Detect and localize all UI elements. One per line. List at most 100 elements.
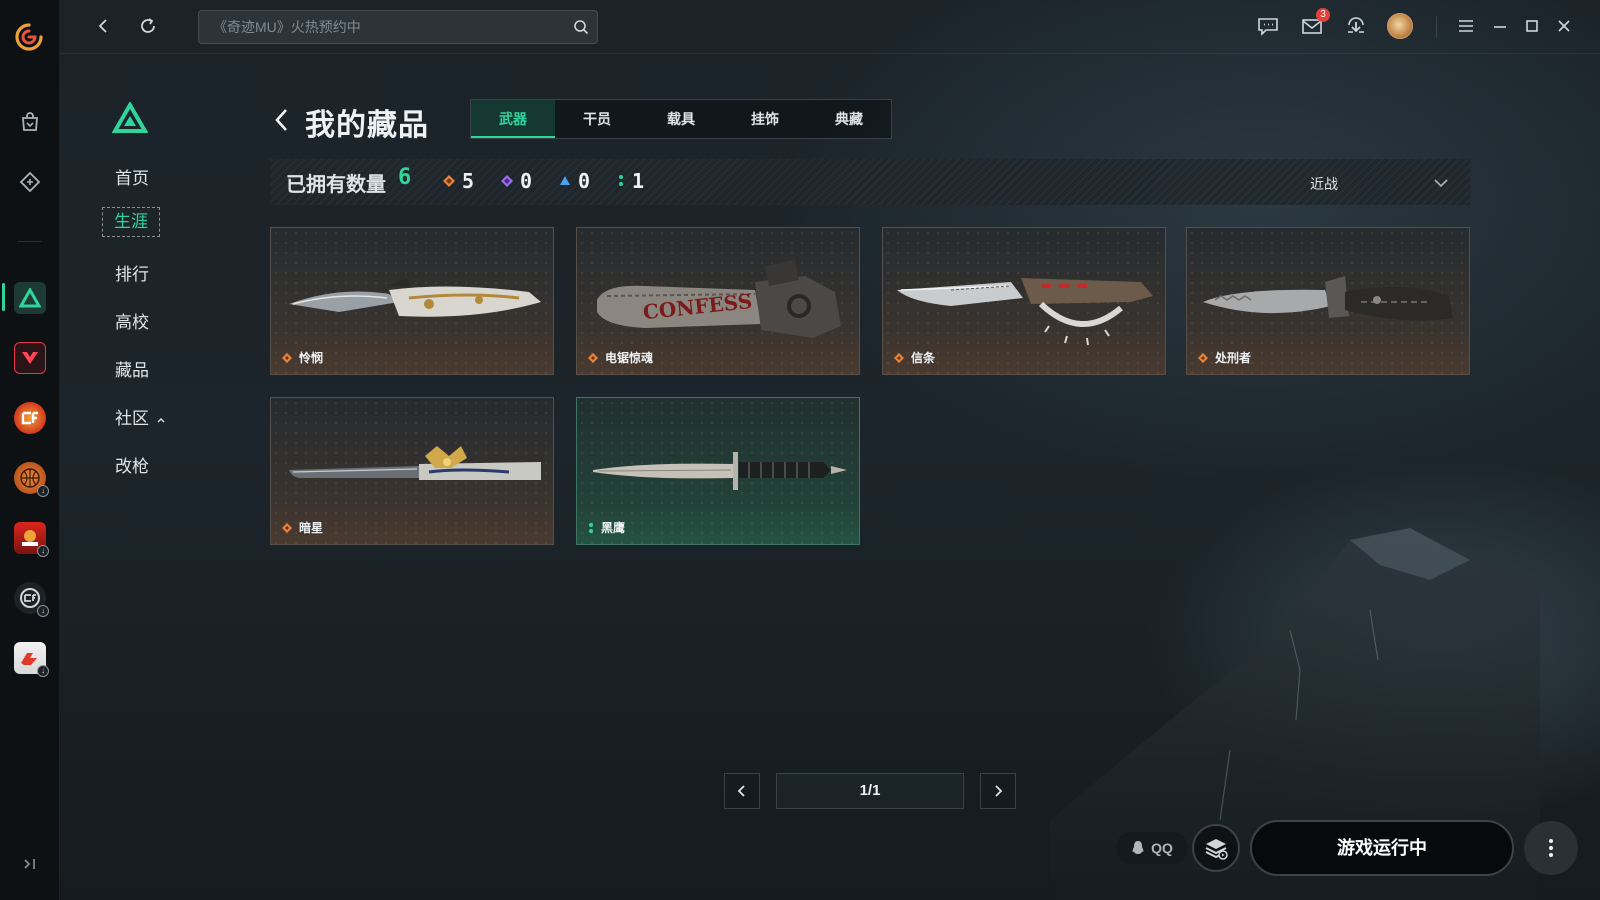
item-name: 信条 (893, 349, 935, 366)
nav-career[interactable]: 生涯 (102, 207, 160, 237)
nav-community-label: 社区 (115, 409, 149, 428)
owned-count-value: 6 (398, 165, 412, 190)
search-input[interactable] (199, 11, 559, 43)
download-badge-icon: ↓ (37, 665, 49, 677)
item-name-label: 电锯惊魂 (605, 351, 654, 365)
delta-triangle-icon (19, 288, 41, 308)
nav-gun-mod[interactable]: 改枪 (115, 452, 149, 477)
qq-label: QQ (1151, 840, 1173, 856)
game-running-button[interactable]: 游戏运行中 (1250, 820, 1514, 876)
weapon-image-pity (289, 278, 541, 317)
rarity-count-green: 1 (616, 169, 644, 193)
chevron-right-icon (995, 785, 1003, 797)
launcher-logo-icon[interactable] (14, 22, 44, 52)
item-name: 电锯惊魂 (587, 349, 653, 366)
collapse-rail-icon[interactable] (20, 854, 40, 874)
rail-game-crossfire[interactable] (12, 400, 48, 436)
more-options-button[interactable] (1524, 821, 1578, 875)
rail-game-basketball[interactable]: ↓ (12, 460, 49, 497)
rail-game-qq-speed[interactable]: ↓ (12, 640, 49, 677)
page-title: 我的藏品 (305, 109, 429, 142)
item-name: 暗星 (281, 519, 323, 536)
app-rail: ↓ ↓ ↓ ↓ (0, 0, 60, 900)
rail-game-cf-hd[interactable]: ↓ (12, 580, 49, 617)
top-bar: 3 (60, 0, 1600, 54)
orange-rarity-icon (282, 352, 292, 363)
blue-triangle-icon (560, 176, 570, 185)
item-card[interactable]: 暗星 (270, 397, 554, 545)
user-avatar[interactable] (1386, 12, 1414, 40)
item-card[interactable]: 黑鹰 (576, 397, 860, 545)
tab-premium[interactable]: 典藏 (807, 100, 891, 138)
topbar-divider (1436, 16, 1437, 38)
orange-rarity-icon (588, 352, 598, 363)
nav-college[interactable]: 高校 (115, 308, 149, 333)
rail-game-nba2k[interactable]: ↓ (12, 520, 49, 557)
rail-game-delta-force[interactable] (12, 280, 48, 316)
download-badge-icon: ↓ (37, 545, 49, 557)
avatar (1387, 13, 1413, 39)
qq-account-button[interactable]: QQ (1116, 832, 1188, 864)
item-name: 怜悯 (281, 349, 323, 366)
rail-active-indicator (2, 283, 5, 311)
close-icon[interactable] (1552, 14, 1576, 38)
qq-penguin-icon (1132, 841, 1144, 854)
basketball-icon (20, 468, 40, 488)
item-card[interactable]: 处刑者 (1186, 227, 1470, 375)
nba-logo-icon (22, 530, 38, 546)
maximize-icon[interactable] (1520, 14, 1544, 38)
mail-icon[interactable]: 3 (1300, 8, 1330, 38)
item-name: 处刑者 (1197, 349, 1251, 366)
weapon-image-executioner (1203, 276, 1453, 321)
tab-weapons[interactable]: 武器 (471, 100, 555, 138)
chat-icon[interactable] (1256, 14, 1280, 38)
chevron-left-icon (737, 785, 745, 797)
item-card[interactable]: CONFESS 电锯惊魂 (576, 227, 860, 375)
nav-home[interactable]: 首页 (115, 164, 149, 189)
download-manager-icon[interactable] (1344, 14, 1368, 38)
collection-tabs: 武器 干员 载具 挂饰 典藏 (470, 99, 892, 139)
rarity-count-orange: 5 (442, 169, 474, 193)
download-badge-icon: ↓ (37, 485, 49, 497)
item-name-label: 信条 (911, 351, 936, 365)
orange-rarity-icon (282, 522, 292, 533)
prev-page-button[interactable] (724, 773, 760, 809)
mail-badge: 3 (1316, 8, 1330, 22)
game-library-icon[interactable] (12, 164, 48, 200)
green-dots-icon (619, 175, 623, 186)
collection-back-icon[interactable] (272, 106, 292, 134)
item-card[interactable]: 怜悯 (270, 227, 554, 375)
page-indicator: 1/1 (776, 773, 964, 809)
weapon-image-creed (897, 278, 1153, 346)
refresh-icon[interactable] (136, 14, 160, 38)
delta-force-logo-icon (112, 102, 148, 133)
next-page-button[interactable] (980, 773, 1016, 809)
chevron-up-icon (157, 417, 165, 423)
nav-collection[interactable]: 藏品 (115, 356, 149, 381)
rarity-count-blue: 0 (558, 169, 590, 193)
rail-game-valorant[interactable] (12, 340, 48, 376)
item-name-label: 黑鹰 (601, 521, 626, 535)
weapon-image-blackhawk (593, 452, 847, 490)
menu-icon[interactable] (1454, 14, 1478, 38)
back-icon[interactable] (92, 14, 116, 38)
speed-logo-icon (21, 653, 37, 665)
item-card[interactable]: 信条 (882, 227, 1166, 375)
store-bag-icon[interactable] (12, 104, 48, 140)
weapon-image-darkstar (289, 446, 541, 480)
search-icon[interactable] (573, 19, 589, 35)
category-filter-dropdown[interactable]: 近战 (1310, 172, 1450, 194)
crossfire-cf-icon (21, 411, 38, 425)
layers-button[interactable] (1192, 824, 1240, 872)
purple-diamond-icon (501, 175, 513, 187)
item-name: 黑鹰 (587, 519, 625, 536)
tab-charms[interactable]: 挂饰 (723, 100, 807, 138)
nav-ranking[interactable]: 排行 (115, 260, 149, 285)
tab-vehicles[interactable]: 载具 (639, 100, 723, 138)
download-badge-icon: ↓ (37, 605, 49, 617)
orange-diamond-icon (443, 175, 455, 187)
tab-operators[interactable]: 干员 (555, 100, 639, 138)
nav-community[interactable]: 社区 (115, 404, 166, 429)
search-box (198, 10, 598, 44)
minimize-icon[interactable] (1488, 14, 1512, 38)
